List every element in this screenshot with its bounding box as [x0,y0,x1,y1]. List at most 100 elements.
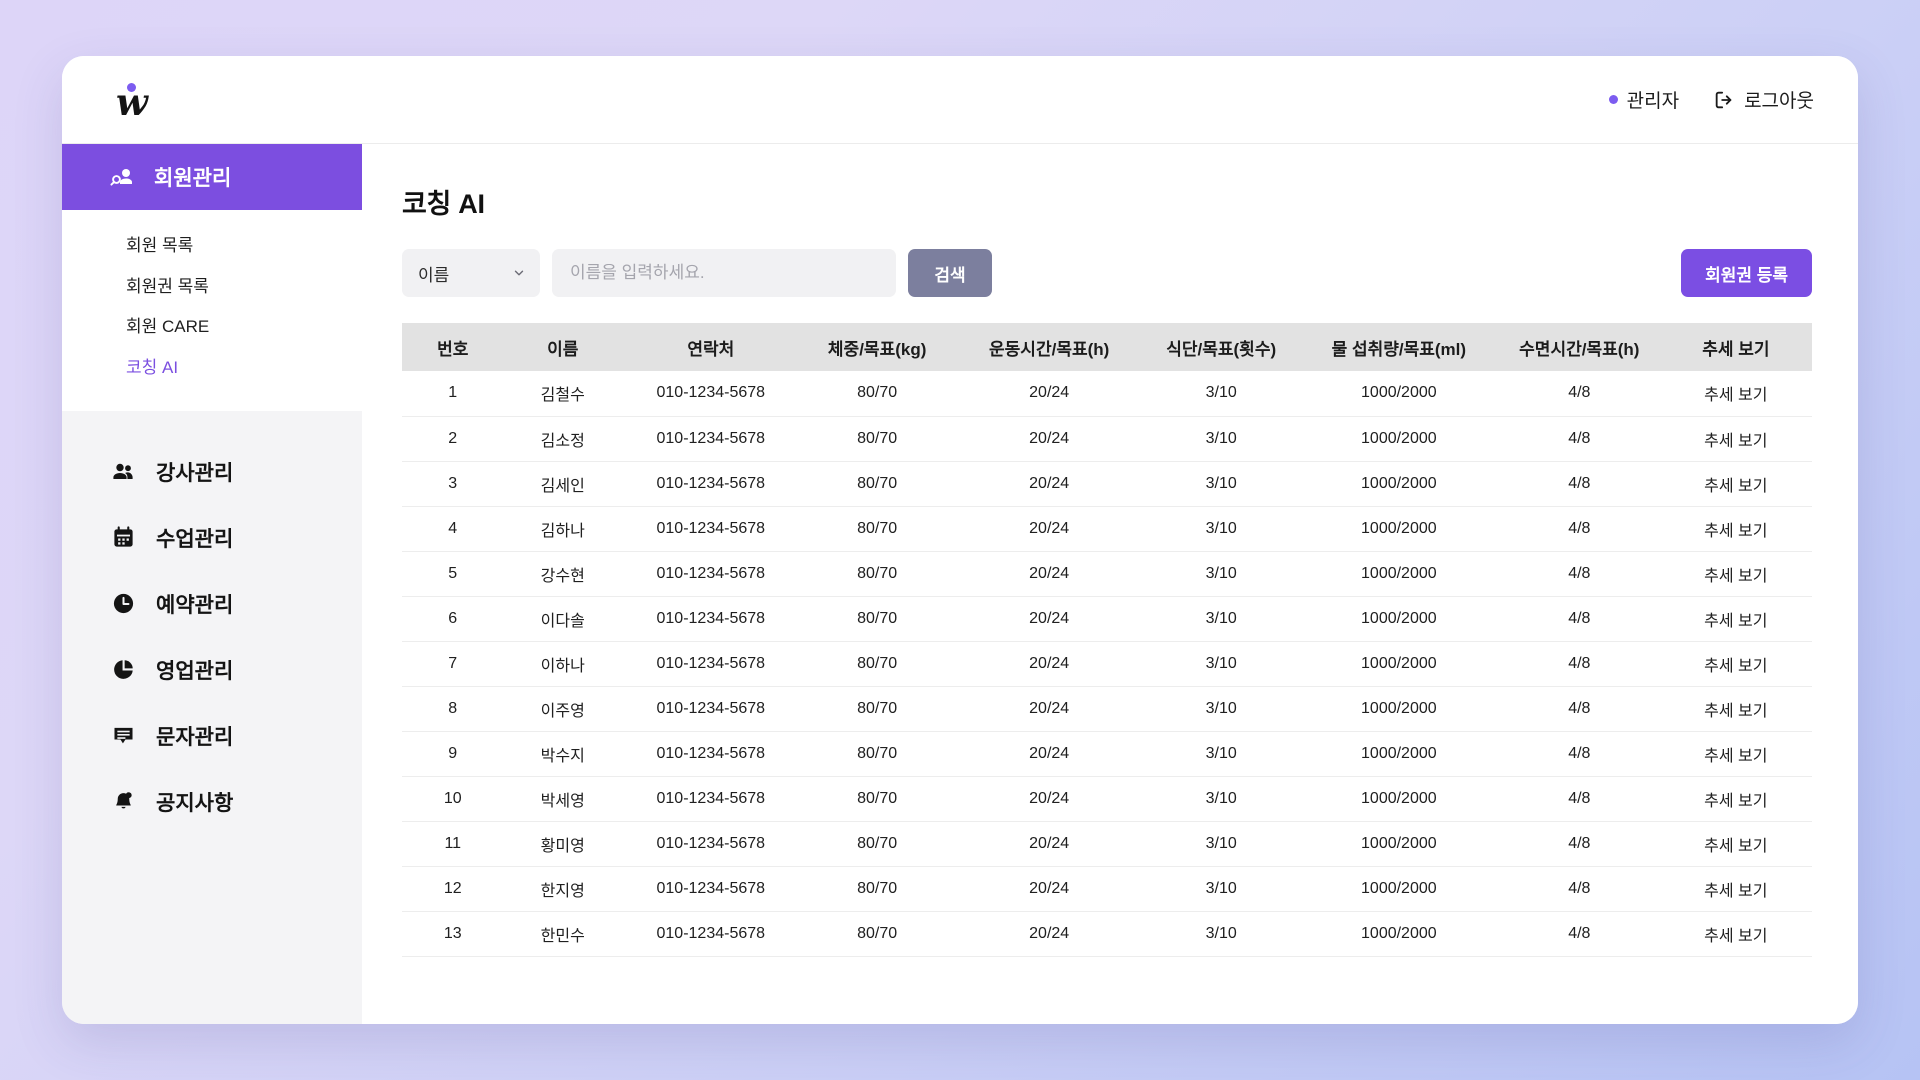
cell-trend-link[interactable]: 추세 보기 [1659,776,1812,822]
cell-phone: 010-1234-5678 [621,461,800,507]
cell-no: 8 [402,686,504,732]
sidebar-item-sales-management[interactable]: 영업관리 [62,637,362,703]
table-row: 12 한지영 010-1234-5678 80/70 20/24 3/10 1000/200… [402,866,1812,912]
sidebar-subitem-coaching-ai[interactable]: 코칭 AI [62,348,362,389]
cell-name: 황미영 [503,821,622,867]
logout-icon [1713,89,1735,111]
app-window: w 관리자 로그아웃 회원관리 회원 목록 회원권 목록 회원 CARE 코칭 … [62,56,1858,1024]
cell-weight: 80/70 [799,596,955,642]
cell-water: 1000/2000 [1298,821,1499,867]
cell-diet: 3/10 [1143,776,1299,822]
cell-diet: 3/10 [1143,461,1299,507]
cell-water: 1000/2000 [1298,506,1499,552]
sidebar-item-class-management[interactable]: 수업관리 [62,505,362,571]
cell-weight: 80/70 [799,731,955,777]
cell-trend-link[interactable]: 추세 보기 [1659,371,1812,417]
cell-trend-link[interactable]: 추세 보기 [1659,551,1812,597]
cell-name: 이하나 [503,641,622,687]
cell-name: 김철수 [503,371,622,417]
cell-diet: 3/10 [1143,596,1299,642]
cell-weight: 80/70 [799,821,955,867]
cell-trend-link[interactable]: 추세 보기 [1659,596,1812,642]
admin-user-chip[interactable]: 관리자 [1608,86,1680,113]
cell-trend-link[interactable]: 추세 보기 [1659,866,1812,912]
pie-chart-icon [110,658,136,681]
cell-diet: 3/10 [1143,416,1299,462]
sidebar-item-message-management[interactable]: 문자관리 [62,703,362,769]
cell-exercise: 20/24 [954,506,1144,552]
cell-diet: 3/10 [1143,686,1299,732]
cell-trend-link[interactable]: 추세 보기 [1659,416,1812,462]
cell-exercise: 20/24 [954,866,1144,912]
sidebar-subitem-member-list[interactable]: 회원 목록 [62,226,362,267]
cell-exercise: 20/24 [954,551,1144,597]
cell-name: 박세영 [503,776,622,822]
sidebar-item-reservation-management[interactable]: 예약관리 [62,571,362,637]
admin-label: 관리자 [1626,91,1680,112]
sidebar-item-notice[interactable]: 공지사항 [62,769,362,835]
cell-phone: 010-1234-5678 [621,911,800,957]
cell-diet: 3/10 [1143,371,1299,417]
cell-no: 2 [402,416,504,462]
cell-weight: 80/70 [799,641,955,687]
search-input[interactable] [552,249,896,297]
search-button[interactable]: 검색 [908,249,992,297]
cell-weight: 80/70 [799,416,955,462]
cell-weight: 80/70 [799,866,955,912]
sidebar-item-member-management[interactable]: 회원관리 [62,144,362,210]
sidebar-item-label: 수업관리 [156,527,234,551]
message-icon [110,724,136,747]
cell-water: 1000/2000 [1298,371,1499,417]
cell-name: 김하나 [503,506,622,552]
cell-exercise: 20/24 [954,731,1144,777]
cell-name: 박수지 [503,731,622,777]
register-membership-button[interactable]: 회원권 등록 [1681,249,1812,297]
cell-weight: 80/70 [799,911,955,957]
cell-trend-link[interactable]: 추세 보기 [1659,506,1812,552]
cell-diet: 3/10 [1143,731,1299,777]
column-header-exercise: 운동시간/목표(h) [954,323,1144,371]
table-row: 2 김소정 010-1234-5678 80/70 20/24 3/10 1000/2000… [402,416,1812,462]
cell-trend-link[interactable]: 추세 보기 [1659,686,1812,732]
cell-trend-link[interactable]: 추세 보기 [1659,641,1812,687]
cell-diet: 3/10 [1143,911,1299,957]
people-icon [110,460,136,484]
cell-phone: 010-1234-5678 [621,506,800,552]
filter-type-select[interactable]: 이름 [402,249,540,297]
app-logo[interactable]: w [116,77,172,123]
cell-exercise: 20/24 [954,371,1144,417]
column-header-phone: 연락처 [621,323,800,371]
cell-weight: 80/70 [799,776,955,822]
cell-water: 1000/2000 [1298,731,1499,777]
cell-trend-link[interactable]: 추세 보기 [1659,911,1812,957]
cell-weight: 80/70 [799,686,955,732]
table-header: 번호 이름 연락처 체중/목표(kg) 운동시간/목표(h) 식단/목표(횟수)… [402,323,1812,371]
member-search-icon [110,165,134,189]
cell-name: 김소정 [503,416,622,462]
cell-water: 1000/2000 [1298,416,1499,462]
cell-trend-link[interactable]: 추세 보기 [1659,731,1812,777]
table-row: 13 한민수 010-1234-5678 80/70 20/24 3/10 1000/200… [402,911,1812,957]
column-header-no: 번호 [402,323,504,371]
sidebar: 회원관리 회원 목록 회원권 목록 회원 CARE 코칭 AI 강사관리 수업관… [62,144,362,1024]
sidebar-subitem-member-care[interactable]: 회원 CARE [62,307,362,348]
logout-button[interactable]: 로그아웃 [1713,86,1814,113]
cell-water: 1000/2000 [1298,866,1499,912]
sidebar-item-instructor-management[interactable]: 강사관리 [62,439,362,505]
cell-phone: 010-1234-5678 [621,371,800,417]
cell-diet: 3/10 [1143,821,1299,867]
table-row: 11 황미영 010-1234-5678 80/70 20/24 3/10 1000/200… [402,821,1812,867]
table-row: 1 김철수 010-1234-5678 80/70 20/24 3/10 1000/2000… [402,371,1812,417]
cell-trend-link[interactable]: 추세 보기 [1659,821,1812,867]
coaching-ai-table: 번호 이름 연락처 체중/목표(kg) 운동시간/목표(h) 식단/목표(횟수)… [402,323,1812,957]
cell-exercise: 20/24 [954,461,1144,507]
logout-label: 로그아웃 [1744,91,1814,112]
cell-sleep: 4/8 [1498,551,1660,597]
cell-sleep: 4/8 [1498,461,1660,507]
sidebar-subitem-membership-list[interactable]: 회원권 목록 [62,267,362,308]
cell-trend-link[interactable]: 추세 보기 [1659,461,1812,507]
bell-icon [110,790,136,813]
cell-name: 한지영 [503,866,622,912]
cell-phone: 010-1234-5678 [621,731,800,777]
